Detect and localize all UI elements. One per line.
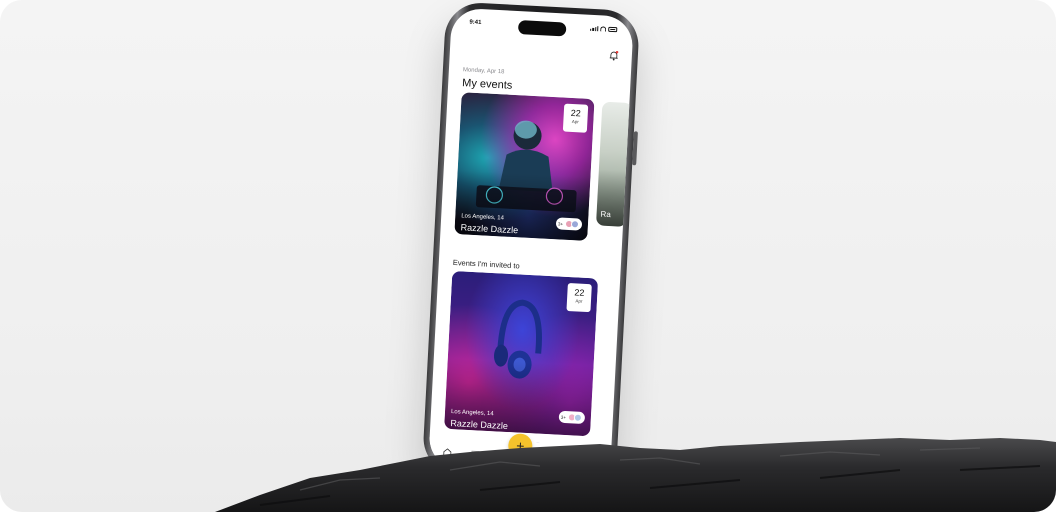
stage-background: 9:41 Monday, Apr 18 My events 22 Apr Los…: [0, 0, 1056, 512]
rock-pedestal: [215, 438, 1056, 512]
